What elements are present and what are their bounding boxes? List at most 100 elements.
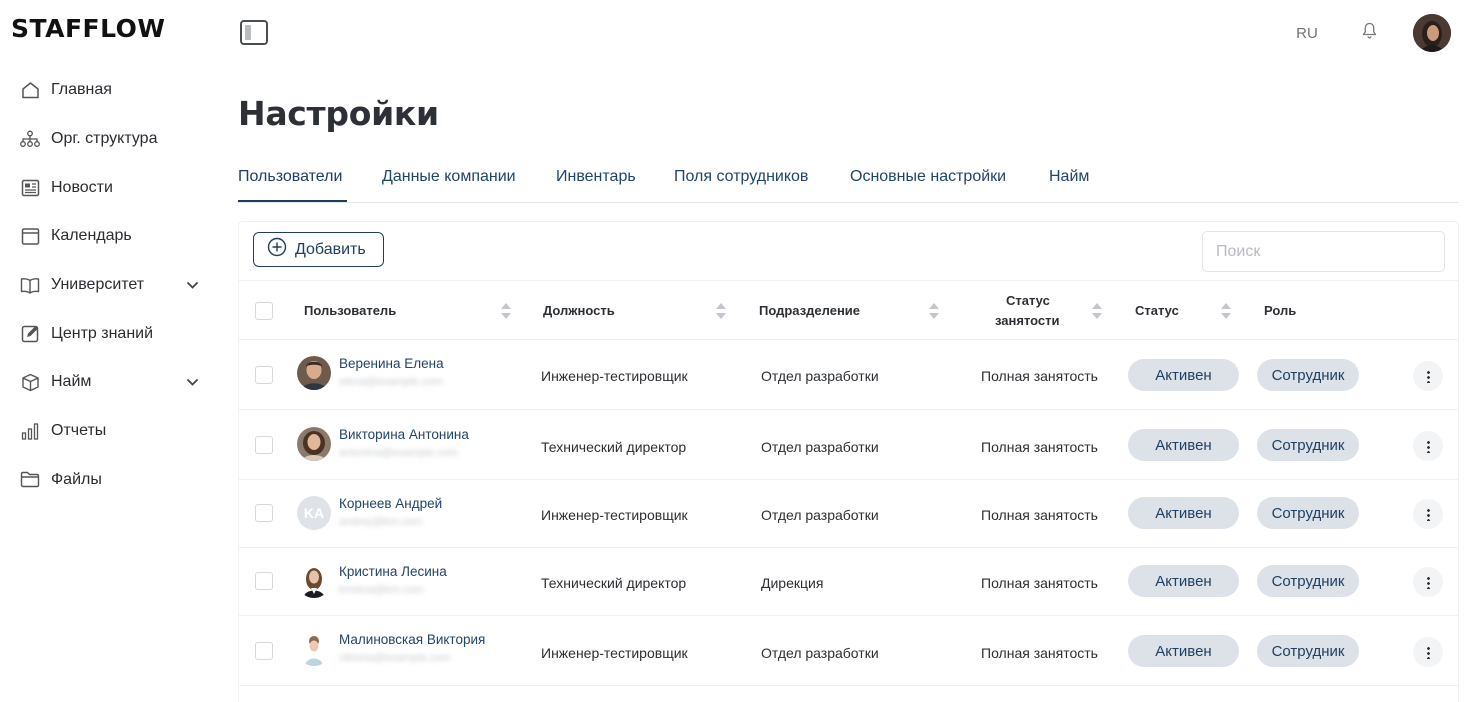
table-row[interactable]: Викторина Антонина antonina@example.com … [239, 410, 1458, 480]
page-title: Настройки [238, 94, 439, 133]
user-name-link[interactable]: Викторина Антонина [339, 427, 469, 442]
sort-user-icon[interactable] [501, 302, 511, 320]
user-name-link[interactable]: Малиновская Виктория [339, 632, 485, 647]
status-badge: Активен [1128, 429, 1239, 461]
role-badge: Сотрудник [1257, 497, 1359, 529]
status-badge: Активен [1128, 359, 1239, 391]
row-checkbox[interactable] [255, 366, 273, 384]
tab-general-settings[interactable]: Основные настройки [850, 168, 1006, 186]
header-department[interactable]: Подразделение [759, 303, 860, 318]
sidebar-item-university[interactable]: Университет [0, 261, 220, 310]
tab-users[interactable]: Пользователи [238, 168, 342, 186]
table-header: Пользователь Должность Подразделение Ста… [239, 280, 1458, 340]
tab-inventory[interactable]: Инвентарь [556, 168, 636, 186]
employment-cell: Полная занятость [981, 575, 1098, 591]
chevron-down-icon[interactable] [187, 276, 198, 294]
bar-chart-icon [20, 421, 40, 441]
sidebar-item-hiring[interactable]: Найм [0, 358, 220, 407]
bell-icon [1362, 22, 1377, 44]
status-badge: Активен [1128, 565, 1239, 597]
sidebar-item-reports[interactable]: Отчеты [0, 407, 220, 456]
user-name-link[interactable]: Веренина Елена [339, 356, 444, 371]
plus-circle-icon [267, 237, 287, 262]
select-all-checkbox[interactable] [255, 302, 273, 320]
sidebar-item-calendar[interactable]: Календарь [0, 212, 220, 261]
table-row[interactable]: Кристина Лесина kristina@km.com Техничес… [239, 548, 1458, 616]
header-employment-status-line2[interactable]: занятости [995, 313, 1060, 328]
user-name-link[interactable]: Корнеев Андрей [339, 496, 442, 511]
users-table-card: Добавить Пользователь Должность Подразде… [238, 221, 1459, 702]
sidebar-item-org-structure[interactable]: Орг. структура [0, 115, 220, 164]
row-checkbox[interactable] [255, 436, 273, 454]
sort-position-icon[interactable] [716, 302, 726, 320]
folder-icon [20, 470, 40, 490]
box-icon [20, 372, 40, 392]
user-name-link[interactable]: Кристина Лесина [339, 564, 447, 579]
header-employment-status[interactable]: Статус [1006, 293, 1050, 308]
department-cell: Отдел разработки [761, 439, 879, 455]
row-checkbox[interactable] [255, 642, 273, 660]
header-user[interactable]: Пользователь [304, 303, 396, 318]
sidebar-nav: Главная Орг. структура Новости Календарь… [0, 66, 220, 504]
position-cell: Технический директор [541, 575, 687, 591]
user-avatar[interactable] [1413, 14, 1451, 52]
sidebar-item-news[interactable]: Новости [0, 163, 220, 212]
sidebar-item-files[interactable]: Файлы [0, 456, 220, 505]
sidebar-toggle-icon[interactable] [240, 20, 268, 45]
search-input[interactable] [1202, 231, 1445, 272]
user-email: elena@example.com [339, 376, 443, 388]
tab-hiring[interactable]: Найм [1049, 168, 1089, 186]
row-actions-button[interactable] [1413, 567, 1443, 597]
sidebar-item-label: Университет [51, 276, 145, 294]
avatar: KA [297, 496, 331, 530]
row-checkbox[interactable] [255, 572, 273, 590]
user-email: viktoria@example.com [339, 652, 451, 664]
sidebar-item-label: Найм [51, 373, 92, 391]
status-badge: Активен [1128, 635, 1239, 667]
home-icon [20, 80, 40, 100]
table-row[interactable]: KA Корнеев Андрей andrey@km.com Инженер-… [239, 480, 1458, 548]
sort-department-icon[interactable] [929, 302, 939, 320]
row-checkbox[interactable] [255, 504, 273, 522]
table-row[interactable]: Малиновская Виктория viktoria@example.co… [239, 616, 1458, 686]
chevron-down-icon[interactable] [187, 373, 198, 391]
sidebar-item-home[interactable]: Главная [0, 66, 220, 115]
avatar-initials: KA [297, 496, 331, 530]
role-badge: Сотрудник [1257, 565, 1359, 597]
row-actions-button[interactable] [1413, 637, 1443, 667]
sort-status-icon[interactable] [1221, 302, 1231, 320]
position-cell: Инженер-тестировщик [541, 507, 688, 523]
sidebar-item-label: Отчеты [51, 422, 107, 440]
row-actions-button[interactable] [1413, 431, 1443, 461]
language-switcher[interactable]: RU [1283, 11, 1331, 55]
sidebar-item-label: Календарь [51, 227, 132, 245]
user-email: antonina@example.com [339, 447, 458, 459]
tab-company-data[interactable]: Данные компании [382, 168, 516, 186]
sidebar-item-knowledge-center[interactable]: Центр знаний [0, 309, 220, 358]
tab-employee-fields[interactable]: Поля сотрудников [674, 168, 808, 186]
avatar [297, 427, 331, 461]
add-user-label: Добавить [295, 240, 366, 258]
row-actions-button[interactable] [1413, 499, 1443, 529]
add-user-button[interactable]: Добавить [253, 232, 384, 267]
avatar [297, 632, 331, 666]
sort-employment-icon[interactable] [1092, 302, 1102, 320]
user-email: andrey@km.com [339, 516, 423, 528]
sidebar-item-label: Центр знаний [51, 324, 154, 342]
more-vertical-icon [1426, 439, 1430, 453]
status-badge: Активен [1128, 497, 1239, 529]
sidebar-item-label: Новости [51, 178, 113, 196]
header-status[interactable]: Статус [1135, 303, 1179, 318]
more-vertical-icon [1426, 575, 1430, 589]
table-row[interactable]: Веренина Елена elena@example.com Инженер… [239, 340, 1458, 410]
row-actions-button[interactable] [1413, 361, 1443, 391]
header-position[interactable]: Должность [543, 303, 615, 318]
app-logo[interactable]: STAFFLOW [11, 14, 166, 43]
user-email: kristina@km.com [339, 584, 424, 596]
role-badge: Сотрудник [1257, 359, 1359, 391]
notifications-button[interactable] [1346, 10, 1392, 56]
role-badge: Сотрудник [1257, 429, 1359, 461]
active-tab-indicator [238, 200, 347, 202]
department-cell: Отдел разработки [761, 368, 879, 384]
calendar-icon [20, 226, 40, 246]
